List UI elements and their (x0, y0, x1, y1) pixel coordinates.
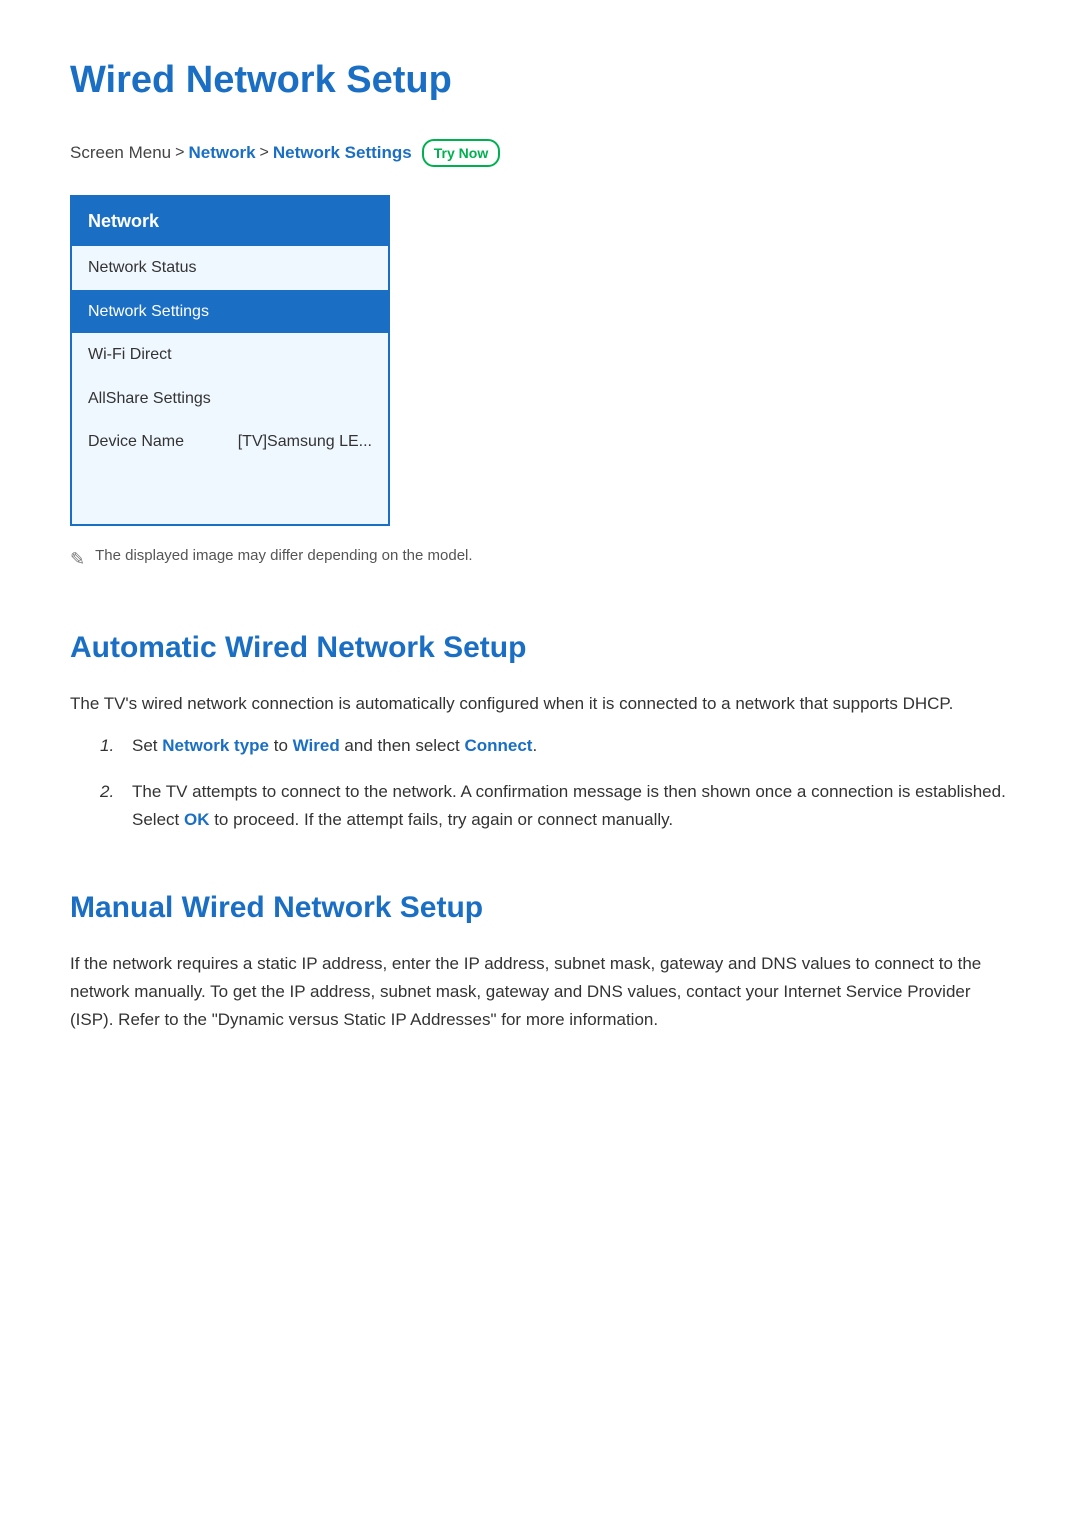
pencil-icon: ✎ (70, 545, 85, 574)
step-2-text: The TV attempts to connect to the networ… (132, 778, 1010, 834)
disclaimer: ✎ The displayed image may differ dependi… (70, 544, 1010, 574)
breadcrumb-sep2: > (260, 140, 269, 166)
highlight-ok: OK (184, 810, 210, 829)
menu-item-network-status[interactable]: Network Status (72, 246, 388, 290)
breadcrumb: Screen Menu > Network > Network Settings… (70, 139, 1010, 167)
network-menu-box: Network Network Status Network Settings … (70, 195, 390, 526)
page-title: Wired Network Setup (70, 50, 1010, 111)
menu-item-device-name[interactable]: Device Name [TV]Samsung LE... (72, 420, 388, 464)
step-1: 1. Set Network type to Wired and then se… (100, 732, 1010, 760)
highlight-wired: Wired (293, 736, 340, 755)
menu-header: Network (72, 197, 388, 246)
section-auto-title: Automatic Wired Network Setup (70, 624, 1010, 672)
breadcrumb-network[interactable]: Network (188, 139, 255, 166)
steps-list: 1. Set Network type to Wired and then se… (100, 732, 1010, 834)
highlight-network-type: Network type (162, 736, 269, 755)
step-1-num: 1. (100, 732, 120, 760)
step-1-text: Set Network type to Wired and then selec… (132, 732, 537, 760)
menu-item-allshare[interactable]: AllShare Settings (72, 377, 388, 421)
section-manual-body: If the network requires a static IP addr… (70, 950, 1010, 1034)
menu-item-wifi-direct[interactable]: Wi-Fi Direct (72, 333, 388, 377)
section-manual: Manual Wired Network Setup If the networ… (70, 884, 1010, 1034)
section-auto-intro: The TV's wired network connection is aut… (70, 690, 1010, 718)
menu-item-network-settings[interactable]: Network Settings (72, 290, 388, 334)
menu-empty-space (72, 464, 388, 524)
device-name-value: [TV]Samsung LE... (238, 429, 372, 455)
device-name-label: Device Name (88, 429, 184, 455)
section-manual-title: Manual Wired Network Setup (70, 884, 1010, 932)
breadcrumb-screen-menu: Screen Menu (70, 139, 171, 166)
breadcrumb-sep1: > (175, 140, 184, 166)
breadcrumb-network-settings[interactable]: Network Settings (273, 139, 412, 166)
disclaimer-text: The displayed image may differ depending… (95, 544, 472, 568)
section-auto: Automatic Wired Network Setup The TV's w… (70, 624, 1010, 834)
step-2-num: 2. (100, 778, 120, 834)
highlight-connect: Connect (464, 736, 532, 755)
step-2: 2. The TV attempts to connect to the net… (100, 778, 1010, 834)
try-now-badge[interactable]: Try Now (422, 139, 500, 167)
